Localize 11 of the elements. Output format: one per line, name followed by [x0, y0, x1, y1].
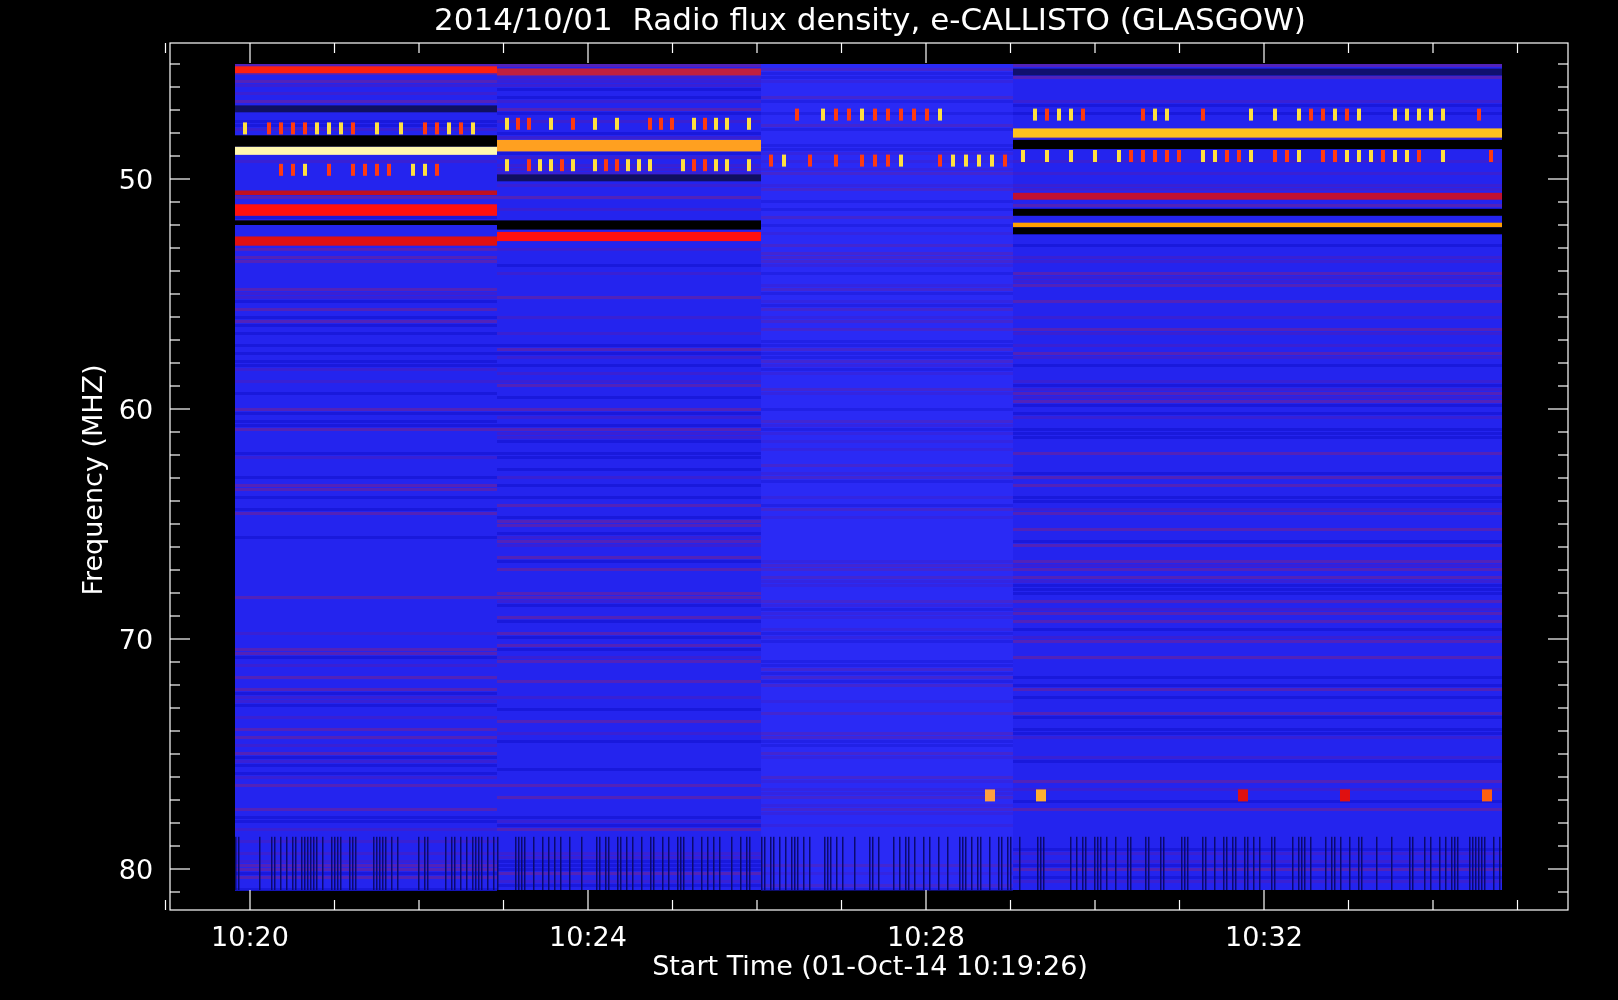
- y-axis-label: Frequency (MHZ): [77, 364, 108, 596]
- x-tick-label: 10:32: [1225, 921, 1303, 952]
- x-tick-label: 10:24: [549, 921, 627, 952]
- x-axis-label: Start Time (01-Oct-14 10:19:26): [652, 950, 1088, 981]
- y-tick-label: 70: [118, 624, 154, 655]
- y-tick-label: 60: [118, 394, 154, 425]
- y-tick-label: 50: [118, 164, 154, 195]
- x-tick-label: 10:28: [887, 921, 965, 952]
- chart-title: 2014/10/01 Radio flux density, e-CALLISTO (GLASGOW): [434, 1, 1306, 37]
- y-tick-label: 80: [118, 854, 154, 885]
- x-tick-label: 10:20: [211, 921, 289, 952]
